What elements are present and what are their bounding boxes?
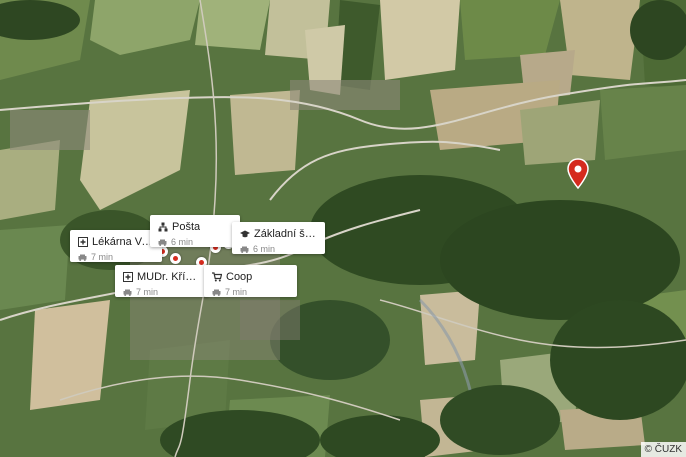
car-icon	[123, 289, 132, 296]
poi-dot-doctor[interactable]	[170, 253, 181, 264]
poi-travel-time: 6 min	[253, 244, 276, 254]
poi-travel-time: 7 min	[91, 252, 114, 262]
poi-name: Lékárna Vacov	[92, 236, 154, 248]
poi-travel-time: 6 min	[171, 237, 194, 247]
poi-card-doctor[interactable]: MUDr. Křížová M... 7 min	[115, 265, 208, 297]
poi-name: Základní škola Va...	[254, 228, 317, 240]
poi-card-coop[interactable]: Coop 7 min	[204, 265, 297, 297]
pharmacy-icon	[78, 237, 88, 247]
car-icon	[212, 289, 221, 296]
shopping-cart-icon	[212, 272, 222, 282]
location-marker-icon[interactable]	[566, 158, 590, 190]
poi-name: Pošta	[172, 221, 201, 233]
school-icon	[240, 230, 250, 238]
post-office-icon	[158, 222, 168, 232]
map-view[interactable]: Lékárna Vacov 7 min Pošta 6 min Základní…	[0, 0, 686, 457]
car-icon	[158, 239, 167, 246]
doctor-icon	[123, 272, 133, 282]
poi-travel-time: 7 min	[225, 287, 248, 297]
poi-card-school[interactable]: Základní škola Va... 6 min	[232, 222, 325, 254]
poi-card-pharmacy[interactable]: Lékárna Vacov 7 min	[70, 230, 162, 262]
poi-name: Coop	[226, 271, 253, 283]
poi-card-post[interactable]: Pošta 6 min	[150, 215, 240, 247]
aerial-imagery	[0, 0, 686, 457]
poi-travel-time: 7 min	[136, 287, 159, 297]
map-attribution[interactable]: © ČUZK	[640, 442, 686, 457]
poi-name: MUDr. Křížová M...	[137, 271, 200, 283]
car-icon	[78, 254, 87, 261]
car-icon	[240, 246, 249, 253]
